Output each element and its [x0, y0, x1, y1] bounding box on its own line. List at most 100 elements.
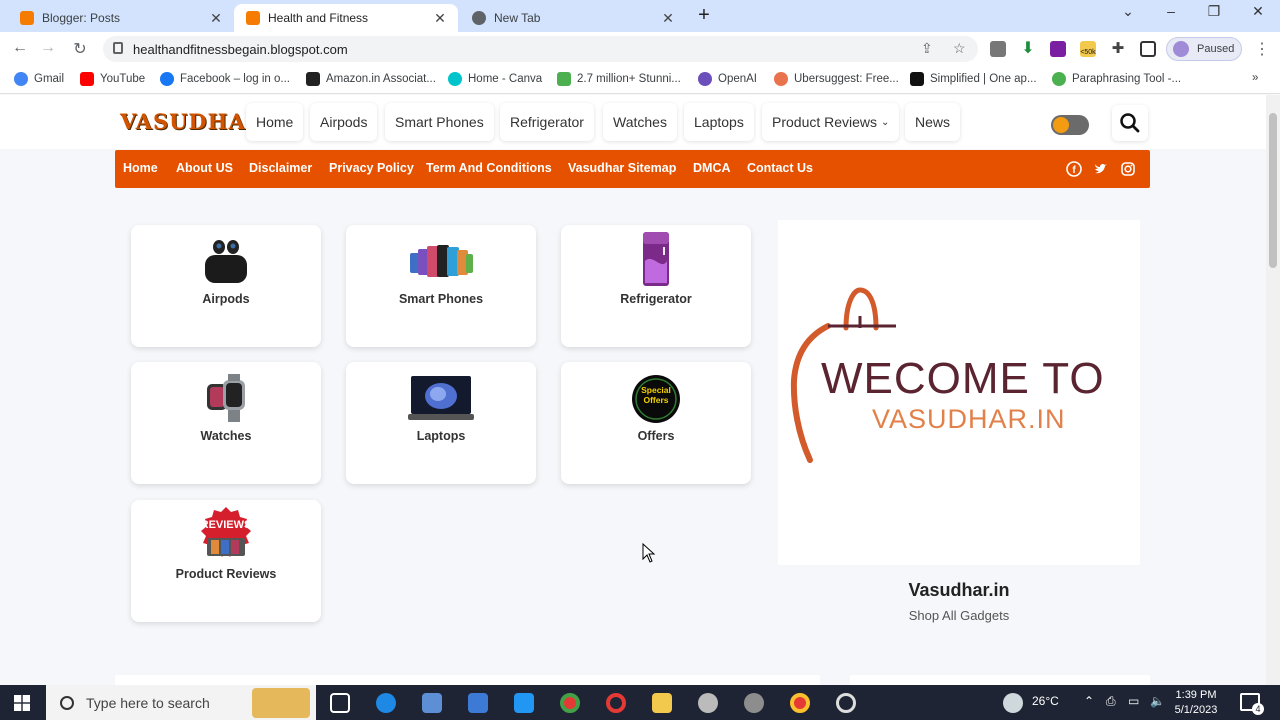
- category-card-laptops[interactable]: Laptops: [346, 362, 536, 484]
- edge-icon[interactable]: [376, 693, 396, 713]
- windows-start-icon[interactable]: [14, 695, 30, 711]
- bookmark-pixabay[interactable]: 2.7 million+ Stunni...: [557, 72, 681, 86]
- category-card-product-reviews[interactable]: REVIEWS Product Reviews: [131, 500, 321, 622]
- close-icon[interactable]: ✕: [208, 10, 224, 27]
- bookmark-gmail[interactable]: Gmail: [14, 72, 64, 86]
- bookmark-simplified[interactable]: Simplified | One ap...: [910, 72, 1037, 86]
- minimize-button[interactable]: –: [1157, 3, 1185, 19]
- bookmark-canva[interactable]: Home - Canva: [448, 72, 542, 86]
- secondary-nav-contact-us[interactable]: Contact Us: [747, 161, 813, 175]
- taskbar-search-box[interactable]: Type here to search: [46, 685, 316, 720]
- nav-refrigerator[interactable]: Refrigerator: [500, 103, 594, 141]
- bookmark-label: OpenAI: [718, 73, 757, 85]
- bookmark-star-icon[interactable]: ☆: [953, 40, 966, 57]
- category-card-airpods[interactable]: Airpods: [131, 225, 321, 347]
- temperature-text[interactable]: 26°C: [1032, 694, 1059, 708]
- reload-button[interactable]: ↻: [70, 39, 90, 59]
- twitter-icon[interactable]: [1093, 161, 1109, 177]
- system-clock[interactable]: 1:39 PM 5/1/2023: [1164, 688, 1228, 718]
- address-bar[interactable]: healthandfitnessbegain.blogspot.com ⇪ ☆: [103, 36, 978, 62]
- side-panel-icon[interactable]: [1140, 41, 1156, 57]
- chrome-icon[interactable]: [560, 693, 580, 713]
- secondary-nav-home[interactable]: Home: [123, 161, 158, 175]
- mail-icon[interactable]: [514, 693, 534, 713]
- tab-health-and-fitness[interactable]: Health and Fitness ✕: [234, 4, 458, 32]
- tab-search-icon[interactable]: ⌄: [1114, 3, 1142, 20]
- extension-badge-icon[interactable]: <50k: [1080, 41, 1096, 57]
- lock-icon[interactable]: [113, 42, 123, 54]
- secondary-nav-dmca[interactable]: DMCA: [693, 161, 731, 175]
- secondary-nav-privacy-policy[interactable]: Privacy Policy: [329, 161, 414, 175]
- nav-laptops[interactable]: Laptops: [684, 103, 754, 141]
- weather-icon[interactable]: [1003, 693, 1023, 713]
- scrollbar-thumb[interactable]: [1269, 113, 1277, 268]
- page-scrollbar[interactable]: [1266, 95, 1280, 685]
- browser-tab-strip: Blogger: Posts ✕ Health and Fitness ✕ Ne…: [0, 0, 1280, 32]
- content-section: [115, 675, 820, 685]
- chrome-icon[interactable]: [790, 693, 810, 713]
- new-tab-button[interactable]: +: [694, 5, 714, 25]
- secondary-nav-disclaimer[interactable]: Disclaimer: [249, 161, 312, 175]
- microsoft-store-icon[interactable]: [468, 693, 488, 713]
- nav-airpods[interactable]: Airpods: [310, 103, 378, 141]
- tab-new-tab[interactable]: New Tab ✕: [460, 4, 686, 32]
- secondary-nav-terms[interactable]: Term And Conditions: [426, 161, 552, 175]
- facebook-icon[interactable]: f: [1066, 161, 1082, 177]
- welcome-banner[interactable]: WECOME TO VASUDHAR.IN: [778, 220, 1140, 565]
- category-card-smart-phones[interactable]: Smart Phones: [346, 225, 536, 347]
- secondary-nav-sitemap[interactable]: Vasudhar Sitemap: [568, 161, 676, 175]
- category-card-refrigerator[interactable]: Refrigerator: [561, 225, 751, 347]
- share-icon[interactable]: ⇪: [921, 40, 933, 57]
- laptop-icon: [408, 376, 474, 420]
- tab-blogger-posts[interactable]: Blogger: Posts ✕: [8, 4, 234, 32]
- extension-icon[interactable]: [990, 41, 1006, 57]
- bookmark-ubersuggest[interactable]: Ubersuggest: Free...: [774, 72, 899, 86]
- nav-smart-phones[interactable]: Smart Phones: [385, 103, 494, 141]
- dark-mode-toggle[interactable]: [1051, 115, 1089, 135]
- smartphones-icon: [410, 245, 473, 277]
- instagram-icon[interactable]: [1120, 161, 1136, 177]
- volume-icon[interactable]: 🔈: [1150, 694, 1165, 708]
- app-icon[interactable]: [836, 693, 856, 713]
- bookmark-openai[interactable]: OpenAI: [698, 72, 757, 86]
- bookmark-label: Amazon.in Associat...: [326, 73, 436, 85]
- network-icon[interactable]: ⎙: [1106, 694, 1116, 709]
- category-label: Laptops: [416, 429, 466, 443]
- category-card-watches[interactable]: Watches: [131, 362, 321, 484]
- bookmark-youtube[interactable]: YouTube: [80, 72, 145, 86]
- secondary-nav-about-us[interactable]: About US: [176, 161, 233, 175]
- forward-button[interactable]: →: [38, 39, 58, 57]
- toggle-knob: [1053, 117, 1069, 133]
- close-window-button[interactable]: ✕: [1244, 3, 1272, 20]
- site-logo[interactable]: VASUDHAR: [120, 109, 264, 134]
- site-search-button[interactable]: [1112, 105, 1148, 141]
- nav-product-reviews[interactable]: Product Reviews ⌄: [762, 103, 900, 141]
- restore-button[interactable]: ❐: [1200, 3, 1228, 20]
- nav-news[interactable]: News: [905, 103, 961, 141]
- nav-home[interactable]: Home: [246, 103, 304, 141]
- menu-icon[interactable]: ⋮: [1252, 39, 1272, 59]
- profile-button[interactable]: Paused: [1166, 37, 1242, 61]
- back-button[interactable]: ←: [10, 39, 30, 57]
- opera-icon[interactable]: [606, 693, 626, 713]
- close-icon[interactable]: ✕: [432, 10, 448, 27]
- site-header: VASUDHAR Home Airpods Smart Phones Refri…: [0, 95, 1266, 149]
- puzzle-icon[interactable]: ✚: [1110, 41, 1126, 57]
- app-icon[interactable]: [698, 693, 718, 713]
- app-icon[interactable]: [422, 693, 442, 713]
- category-card-offers[interactable]: Special Offers Offers: [561, 362, 751, 484]
- bookmark-amazon[interactable]: Amazon.in Associat...: [306, 72, 436, 86]
- wifi-icon[interactable]: ▭: [1128, 694, 1139, 708]
- file-explorer-icon[interactable]: [652, 693, 672, 713]
- chevron-up-icon[interactable]: ⌃: [1084, 694, 1094, 708]
- url-text[interactable]: healthandfitnessbegain.blogspot.com: [133, 42, 348, 57]
- chrome-active-icon[interactable]: [744, 693, 764, 713]
- more-bookmarks-icon[interactable]: »: [1252, 72, 1258, 84]
- extension-icon[interactable]: [1050, 41, 1066, 57]
- task-view-icon[interactable]: [330, 693, 350, 713]
- close-icon[interactable]: ✕: [660, 10, 676, 27]
- bookmark-paraphrasing-tool[interactable]: Paraphrasing Tool -...: [1052, 72, 1181, 86]
- nav-watches[interactable]: Watches: [603, 103, 677, 141]
- bookmark-facebook[interactable]: Facebook – log in o...: [160, 72, 290, 86]
- download-icon[interactable]: ⬇: [1020, 41, 1036, 57]
